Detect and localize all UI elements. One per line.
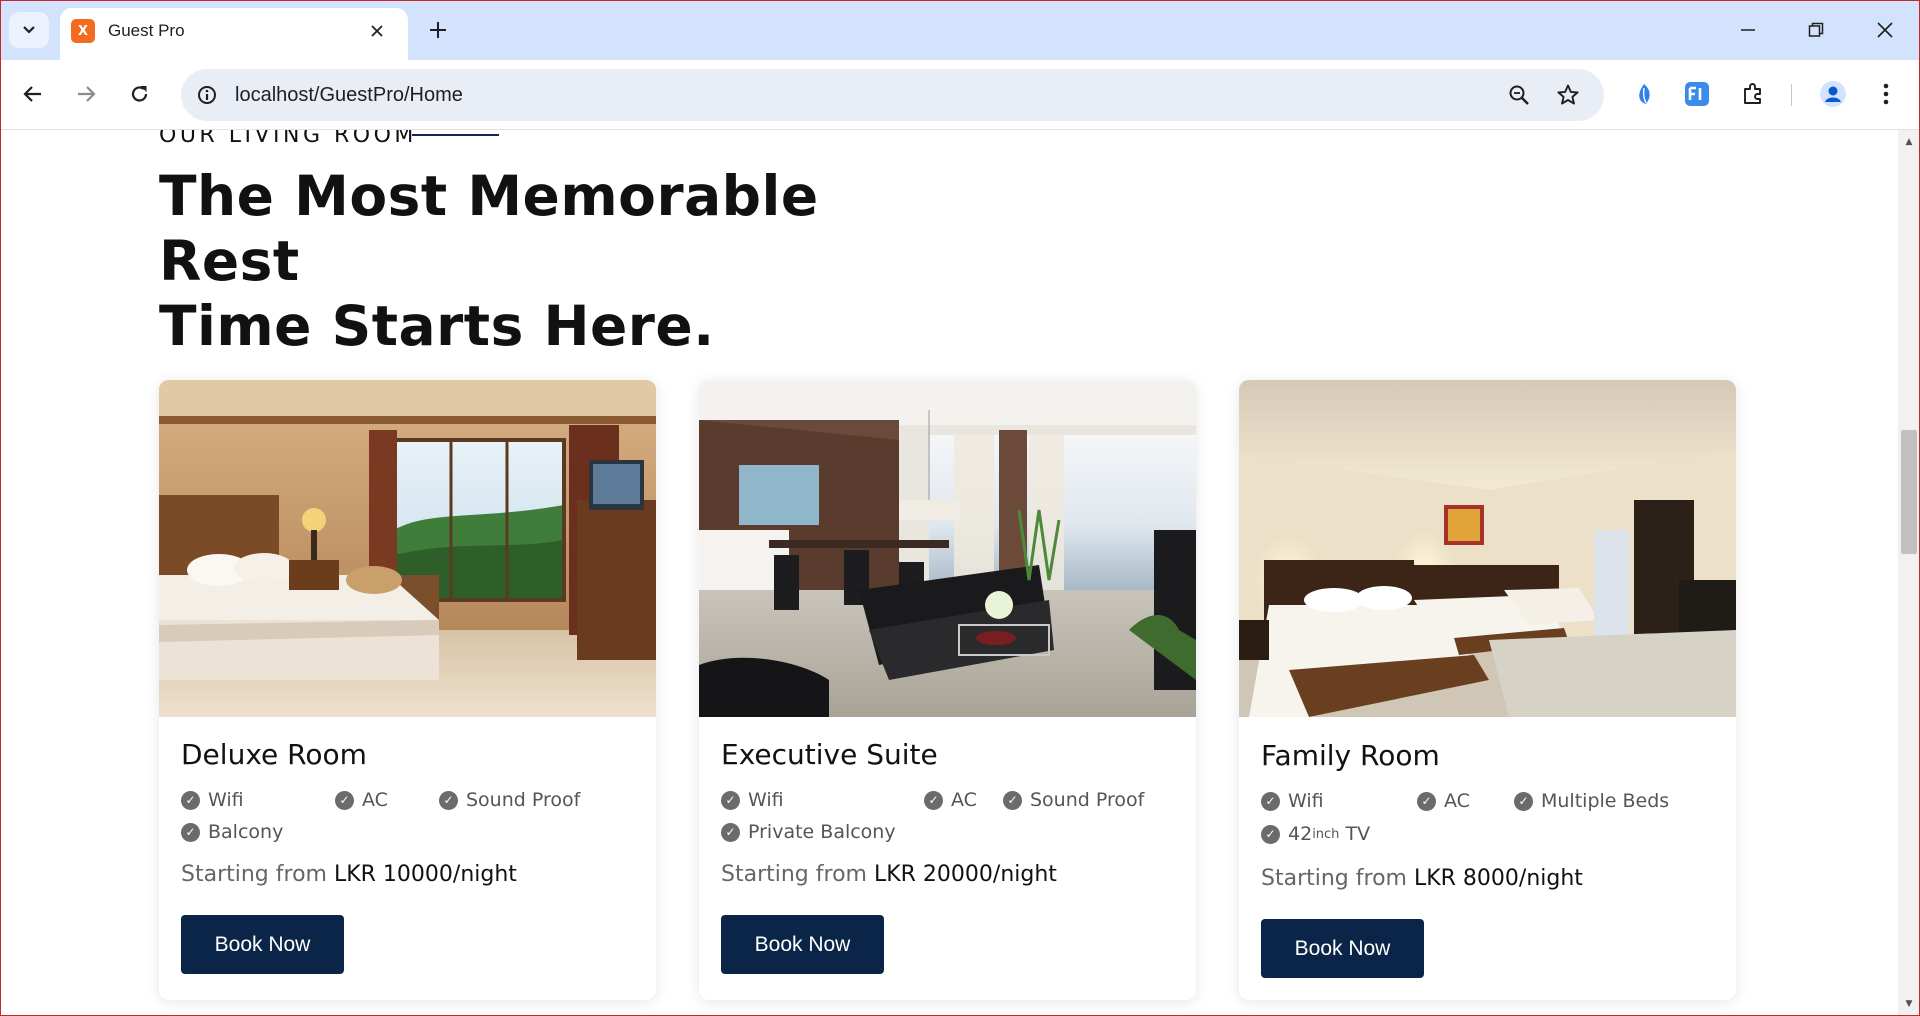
- amenity-item: ✓ AC: [335, 789, 388, 811]
- restore-button[interactable]: [1788, 8, 1844, 52]
- amenity-item: ✓ Sound Proof: [439, 789, 580, 811]
- new-tab-button[interactable]: [418, 12, 458, 48]
- amenity-item: ✓ Wifi: [721, 789, 784, 811]
- book-now-button[interactable]: Book Now: [181, 915, 344, 974]
- room-name: Executive Suite: [721, 738, 938, 771]
- room-name: Family Room: [1261, 739, 1440, 772]
- room-card-family: Family Room ✓ Wifi ✓ AC ✓ Multiple Beds ✓ 42…: [1239, 380, 1736, 1000]
- forward-icon: [78, 86, 96, 102]
- check-icon: ✓: [1261, 791, 1280, 811]
- extensions-puzzle-icon: [1744, 83, 1761, 104]
- headline-line-1: The Most Memorable Rest: [159, 164, 819, 293]
- star-icon: [1557, 84, 1579, 105]
- close-window-button[interactable]: [1857, 8, 1913, 52]
- extensions-button[interactable]: [1734, 75, 1772, 113]
- check-icon: ✓: [181, 790, 200, 810]
- toolbar-divider: [1791, 84, 1792, 106]
- room-price: Starting from LKR 20000/night: [721, 862, 1057, 887]
- amenity-item: ✓ AC: [924, 789, 977, 811]
- tab-strip: X Guest Pro: [0, 0, 1920, 60]
- check-icon: ✓: [721, 822, 740, 842]
- amenity-item: ✓ Sound Proof: [1003, 789, 1144, 811]
- site-info-icon: [198, 86, 216, 104]
- amenity-item: ✓ Wifi: [181, 789, 244, 811]
- reload-icon: [131, 86, 148, 102]
- room-card-deluxe: Deluxe Room ✓ Wifi ✓ AC ✓ Sound Proof ✓ Balc…: [159, 380, 656, 1000]
- zoom-button[interactable]: [1505, 81, 1533, 109]
- reload-button[interactable]: [121, 75, 159, 113]
- room-card-executive: Executive Suite ✓ Wifi ✓ AC ✓ Sound Proof ✓…: [699, 380, 1196, 1000]
- profile-icon: [1820, 81, 1846, 107]
- back-button[interactable]: [14, 75, 52, 113]
- check-icon: ✓: [1514, 791, 1533, 811]
- check-icon: ✓: [1003, 790, 1022, 810]
- url-text[interactable]: localhost/GuestPro/Home: [235, 69, 463, 121]
- more-icon: [1883, 83, 1889, 105]
- minimize-button[interactable]: [1720, 8, 1776, 52]
- amenity-item: ✓ 42 inch TV: [1261, 823, 1370, 845]
- amenity-item: ✓ Balcony: [181, 821, 283, 843]
- section-headline: The Most Memorable Rest Time Starts Here…: [159, 164, 959, 359]
- tab-close-button[interactable]: [366, 20, 388, 42]
- restore-icon: [1808, 22, 1824, 37]
- room-price: Starting from LKR 10000/night: [181, 862, 517, 887]
- check-icon: ✓: [335, 790, 354, 810]
- profile-button[interactable]: [1814, 75, 1852, 113]
- amenity-item: ✓ AC: [1417, 790, 1470, 812]
- address-bar[interactable]: localhost/GuestPro/Home: [181, 69, 1604, 121]
- page-viewport: OUR LIVING ROOM The Most Memorable Rest …: [0, 130, 1898, 1016]
- eyebrow-underline: [412, 134, 499, 136]
- amenity-item: ✓ Multiple Beds: [1514, 790, 1669, 812]
- extension-fi-icon: [1685, 82, 1709, 106]
- scrollbar-thumb[interactable]: [1901, 430, 1917, 554]
- close-icon: [371, 25, 383, 37]
- section-eyebrow: OUR LIVING ROOM: [159, 130, 417, 148]
- extension-leaf-button[interactable]: [1625, 75, 1663, 113]
- extension-fi-button[interactable]: [1678, 75, 1716, 113]
- scroll-up-arrow[interactable]: ▲: [1898, 132, 1920, 152]
- headline-line-2: Time Starts Here.: [159, 294, 715, 358]
- minimize-icon: [1741, 29, 1755, 31]
- close-icon: [1877, 22, 1893, 38]
- site-info-button[interactable]: [191, 79, 223, 111]
- room-photo-deluxe: [159, 380, 656, 717]
- page-scrollbar[interactable]: ▲ ▼: [1898, 130, 1920, 1016]
- check-icon: ✓: [1417, 791, 1436, 811]
- scroll-down-arrow[interactable]: ▼: [1898, 994, 1920, 1014]
- room-photo-family: [1239, 380, 1736, 717]
- more-menu-button[interactable]: [1867, 75, 1905, 113]
- check-icon: ✓: [439, 790, 458, 810]
- forward-button[interactable]: [67, 75, 105, 113]
- plus-icon: [430, 22, 446, 38]
- room-price: Starting from LKR 8000/night: [1261, 866, 1583, 891]
- tab-search-button[interactable]: [9, 12, 49, 48]
- zoom-icon: [1509, 85, 1529, 105]
- browser-toolbar: localhost/GuestPro/Home: [0, 60, 1920, 130]
- room-photo-executive: [699, 380, 1196, 717]
- check-icon: ✓: [721, 790, 740, 810]
- room-name: Deluxe Room: [181, 738, 367, 771]
- book-now-button[interactable]: Book Now: [721, 915, 884, 974]
- amenity-item: ✓ Private Balcony: [721, 821, 896, 843]
- tab-title: Guest Pro: [108, 21, 185, 40]
- bookmark-button[interactable]: [1554, 81, 1582, 109]
- back-icon: [23, 86, 41, 102]
- amenity-item: ✓ Wifi: [1261, 790, 1324, 812]
- check-icon: ✓: [181, 822, 200, 842]
- favicon-icon: X: [71, 19, 95, 43]
- chevron-down-icon: [23, 26, 35, 34]
- extension-leaf-icon: [1639, 84, 1650, 104]
- book-now-button[interactable]: Book Now: [1261, 919, 1424, 978]
- check-icon: ✓: [924, 790, 943, 810]
- check-icon: ✓: [1261, 824, 1280, 844]
- active-tab[interactable]: X Guest Pro: [60, 8, 408, 60]
